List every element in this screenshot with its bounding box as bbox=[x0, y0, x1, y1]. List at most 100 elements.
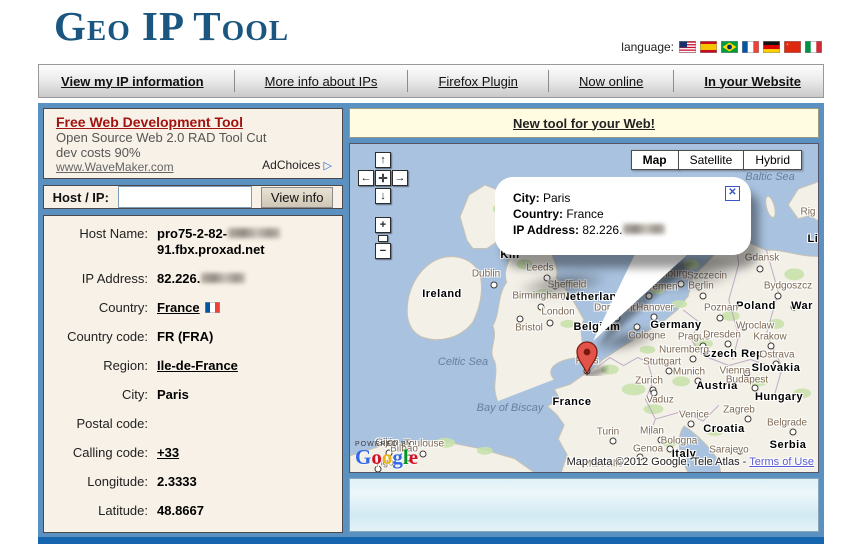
bubble-row: City: Paris bbox=[513, 190, 737, 206]
info-row-label: Postal code: bbox=[44, 416, 157, 432]
new-tool-link[interactable]: New tool for your Web! bbox=[513, 116, 655, 131]
pan-right-button[interactable]: → bbox=[392, 170, 408, 186]
info-row-label: Longitude: bbox=[44, 474, 157, 490]
calling-code-link[interactable]: +33 bbox=[157, 445, 179, 460]
info-row: Host Name:pro75-2-82-91.fbx.proxad.net bbox=[44, 226, 342, 258]
info-row-value: 82.226. bbox=[157, 271, 245, 287]
info-row-value: Ile-de-France bbox=[157, 358, 238, 374]
promo-bar: New tool for your Web! bbox=[349, 108, 819, 138]
redacted-text bbox=[228, 228, 280, 238]
france-flag-icon[interactable] bbox=[742, 41, 759, 53]
city-dot bbox=[773, 361, 780, 368]
city-dot bbox=[688, 421, 695, 428]
info-row-label: City: bbox=[44, 387, 157, 403]
pan-down-button[interactable]: ↓ bbox=[375, 188, 391, 204]
zoom-slider-knob[interactable] bbox=[378, 235, 388, 242]
info-row: Country code:FR (FRA) bbox=[44, 329, 342, 345]
pan-left-button[interactable]: ← bbox=[358, 170, 374, 186]
map-type-buttons: MapSatelliteHybrid bbox=[632, 150, 802, 170]
map-info-bubble: ✕ City: ParisCountry: FranceIP Address: … bbox=[495, 177, 751, 255]
google-logo[interactable]: POWERED BY Google bbox=[355, 441, 418, 466]
region-link[interactable]: Ile-de-France bbox=[157, 358, 238, 373]
city-dot bbox=[752, 385, 759, 392]
city-dot bbox=[700, 343, 707, 350]
nav-separator bbox=[234, 70, 235, 92]
nav-item-view-my-ip-information[interactable]: View my IP information bbox=[47, 74, 218, 89]
nav-item-firefox-plugin[interactable]: Firefox Plugin bbox=[424, 74, 531, 89]
info-row-label: Country: bbox=[44, 300, 157, 316]
italy-flag-icon[interactable] bbox=[805, 41, 822, 53]
host-ip-input[interactable] bbox=[118, 186, 252, 208]
bubble-row: IP Address: 82.226. bbox=[513, 222, 737, 238]
city-dot bbox=[646, 293, 653, 300]
city-dot bbox=[717, 315, 724, 322]
adchoices-link[interactable]: AdChoices ▷ bbox=[262, 158, 332, 172]
google-map[interactable]: ✕ City: ParisCountry: FranceIP Address: … bbox=[349, 143, 819, 473]
host-ip-label: Host / IP: bbox=[53, 190, 109, 205]
city-dot bbox=[791, 304, 798, 311]
view-info-button[interactable]: View info bbox=[261, 187, 334, 208]
nav-item-in-your-website[interactable]: In your Website bbox=[690, 74, 815, 89]
city-dot bbox=[420, 451, 427, 458]
zoom-in-button[interactable]: + bbox=[375, 217, 391, 233]
usa-flag-icon[interactable] bbox=[679, 41, 696, 53]
language-flags bbox=[679, 41, 822, 53]
ip-info-panel: Host Name:pro75-2-82-91.fbx.proxad.net IP… bbox=[43, 215, 343, 533]
city-dot bbox=[725, 341, 732, 348]
city-dot bbox=[744, 370, 751, 377]
nav-separator bbox=[407, 70, 408, 92]
map-type-map-button[interactable]: Map bbox=[631, 150, 679, 170]
city-dot bbox=[584, 368, 591, 375]
info-row: Country:France bbox=[44, 300, 342, 316]
google-wordmark: Google bbox=[355, 448, 418, 466]
bubble-close-icon[interactable]: ✕ bbox=[725, 186, 740, 201]
site-logo[interactable]: Geo IP Tool bbox=[54, 2, 289, 50]
map-type-hybrid-button[interactable]: Hybrid bbox=[743, 150, 802, 170]
city-dot bbox=[517, 316, 524, 323]
germany-flag-icon[interactable] bbox=[763, 41, 780, 53]
info-row-label: Country code: bbox=[44, 329, 157, 345]
brazil-flag-icon[interactable] bbox=[721, 41, 738, 53]
info-row-label: IP Address: bbox=[44, 271, 157, 287]
city-dot bbox=[666, 368, 673, 375]
city-dot bbox=[538, 304, 545, 311]
city-dot bbox=[651, 314, 658, 321]
attribution-text: Map data ©2012 Google, Tele Atlas - bbox=[567, 456, 750, 468]
info-row: Postal code: bbox=[44, 416, 342, 432]
pan-up-button[interactable]: ↑ bbox=[375, 152, 391, 168]
info-row: Longitude:2.3333 bbox=[44, 474, 342, 490]
city-dot bbox=[775, 293, 782, 300]
city-dot bbox=[745, 416, 752, 423]
country-link[interactable]: France bbox=[157, 300, 200, 315]
nav-item-more-info-about-ips[interactable]: More info about IPs bbox=[251, 74, 392, 89]
ad-title-link[interactable]: Free Web Development Tool bbox=[56, 114, 332, 130]
city-dot bbox=[741, 324, 748, 331]
ad-box: Free Web Development Tool Open Source We… bbox=[43, 108, 343, 179]
main-nav: View my IP information More info about IP… bbox=[38, 64, 824, 98]
info-row-label: Calling code: bbox=[44, 445, 157, 461]
nav-separator bbox=[673, 70, 674, 92]
terms-of-use-link[interactable]: Terms of Use bbox=[749, 456, 814, 468]
pan-center-button[interactable]: ✛ bbox=[375, 170, 391, 186]
info-row-value: Paris bbox=[157, 387, 189, 403]
city-dot bbox=[651, 390, 658, 397]
spain-flag-icon[interactable] bbox=[700, 41, 717, 53]
info-row: City:Paris bbox=[44, 387, 342, 403]
info-row-value: +33 bbox=[157, 445, 179, 461]
china-flag-icon[interactable] bbox=[784, 41, 801, 53]
map-type-satellite-button[interactable]: Satellite bbox=[678, 150, 745, 170]
info-row-label: Region: bbox=[44, 358, 157, 374]
city-dot bbox=[768, 343, 775, 350]
zoom-out-button[interactable]: − bbox=[375, 243, 391, 259]
info-row-value: FR (FRA) bbox=[157, 329, 213, 345]
nav-item-now-online[interactable]: Now online bbox=[565, 74, 657, 89]
france-flag-icon bbox=[205, 302, 220, 313]
city-dot bbox=[695, 378, 702, 385]
info-row-label: Latitude: bbox=[44, 503, 157, 519]
language-label: language: bbox=[621, 40, 674, 54]
info-row-value: 48.8667 bbox=[157, 503, 204, 519]
left-column: Free Web Development Tool Open Source We… bbox=[43, 108, 343, 532]
info-row: Calling code:+33 bbox=[44, 445, 342, 461]
city-dot bbox=[658, 437, 665, 444]
info-row: Region:Ile-de-France bbox=[44, 358, 342, 374]
